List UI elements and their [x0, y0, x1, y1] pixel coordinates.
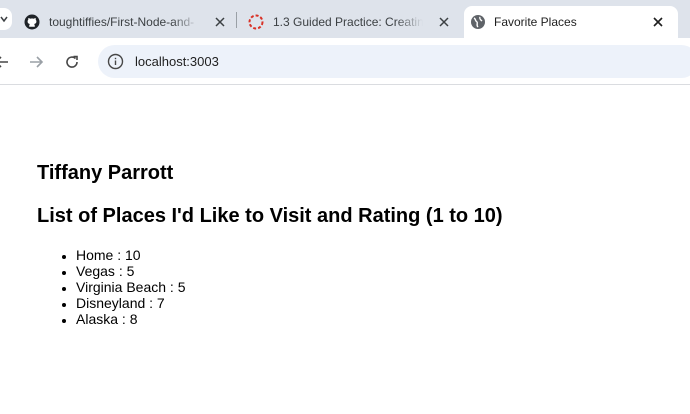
- reload-button[interactable]: [62, 52, 82, 72]
- address-url: localhost:3003: [135, 54, 219, 69]
- list-item: Alaska : 8: [76, 311, 185, 327]
- tab-github[interactable]: toughtiffies/First-Node-and-: [20, 6, 234, 38]
- tab-title: 1.3 Guided Practice: Creating: [273, 15, 423, 29]
- close-tab-icon[interactable]: [650, 14, 666, 30]
- reload-icon: [66, 55, 78, 68]
- tab-separator: [236, 12, 237, 28]
- places-list: Home : 10 Vegas : 5 Virginia Beach : 5 D…: [76, 247, 185, 327]
- forward-button[interactable]: [26, 52, 46, 72]
- browser-toolbar: localhost:3003: [0, 38, 690, 85]
- tab-search-button[interactable]: [0, 8, 12, 30]
- list-item: Disneyland : 7: [76, 295, 185, 311]
- tab-favorite-places[interactable]: Favorite Places: [464, 6, 678, 38]
- list-item: Vegas : 5: [76, 263, 185, 279]
- address-bar[interactable]: localhost:3003: [98, 45, 690, 78]
- author-name: Tiffany Parrott: [37, 162, 174, 184]
- tab-title: toughtiffies/First-Node-and-: [49, 15, 195, 29]
- globe-icon: [470, 14, 486, 30]
- info-icon[interactable]: [107, 53, 124, 70]
- tab-guided-practice[interactable]: 1.3 Guided Practice: Creating: [244, 6, 458, 38]
- chevron-down-icon: [0, 16, 8, 23]
- close-tab-icon[interactable]: [212, 14, 228, 30]
- list-item: Virginia Beach : 5: [76, 279, 185, 295]
- page-heading: List of Places I'd Like to Visit and Rat…: [37, 205, 503, 227]
- tab-title: Favorite Places: [494, 15, 577, 29]
- loading-icon: [248, 14, 264, 30]
- github-icon: [24, 14, 40, 30]
- list-item: Home : 10: [76, 247, 185, 263]
- arrow-right-icon: [30, 56, 44, 68]
- tab-strip: toughtiffies/First-Node-and- 1.3 Guided …: [0, 0, 690, 38]
- arrow-left-icon: [0, 56, 8, 68]
- close-tab-icon[interactable]: [436, 14, 452, 30]
- back-button[interactable]: [0, 52, 12, 72]
- page-content: Tiffany Parrott List of Places I'd Like …: [0, 86, 690, 414]
